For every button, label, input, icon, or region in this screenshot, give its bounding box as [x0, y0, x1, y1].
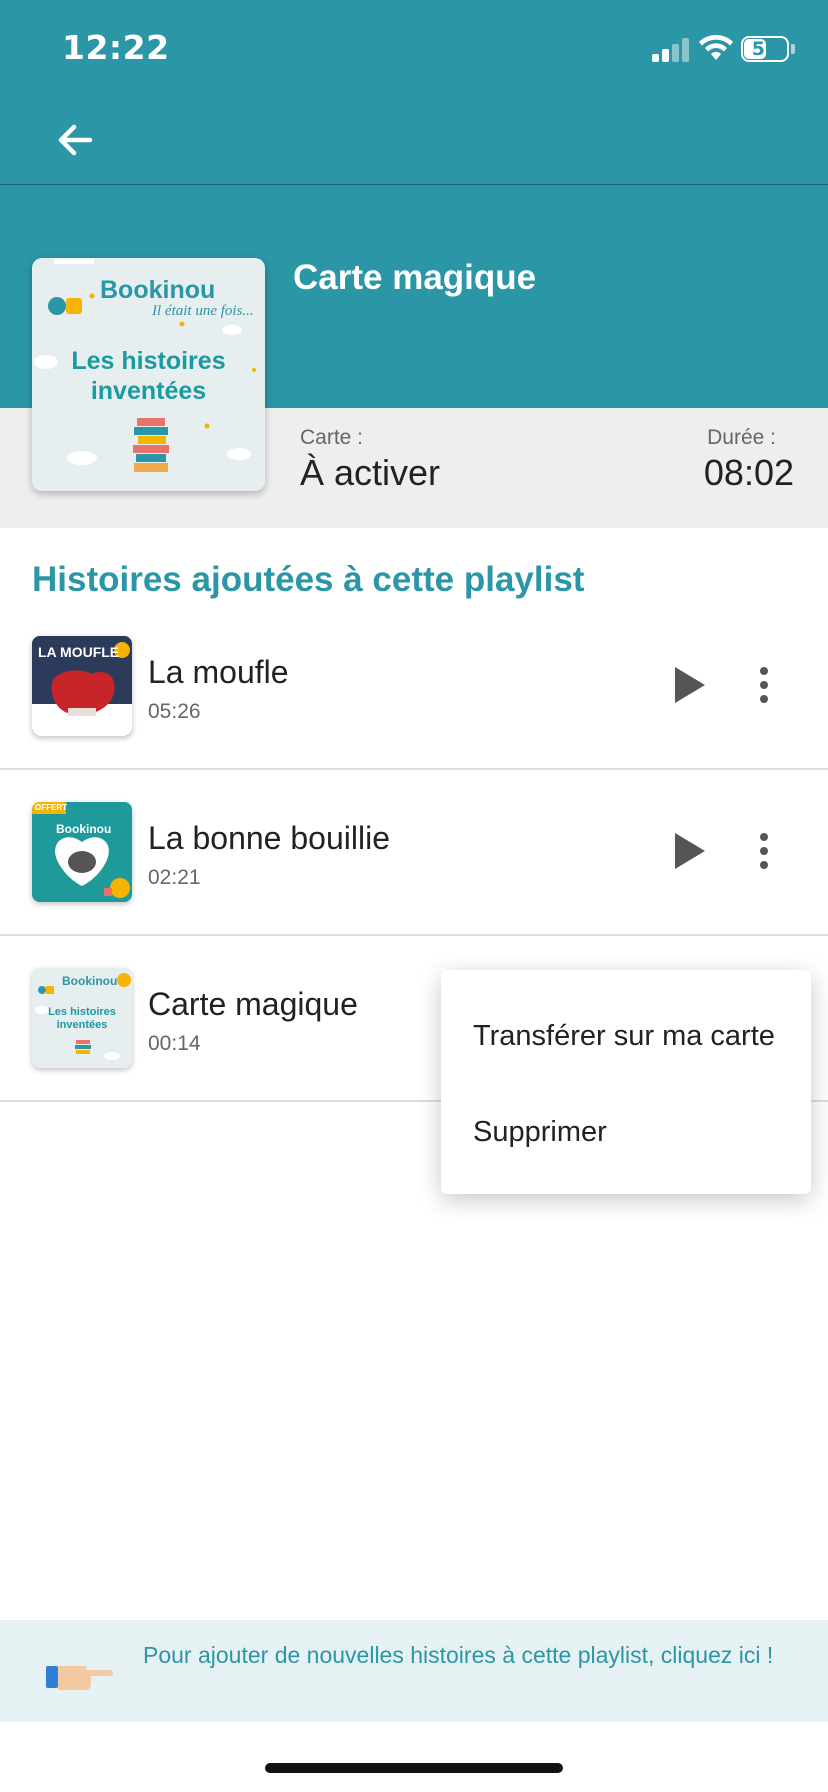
header-divider [0, 184, 828, 185]
menu-item-transfer-to-card[interactable]: Transférer sur ma carte [473, 1020, 775, 1053]
more-options-icon[interactable] [750, 664, 778, 706]
card-label: Carte : [300, 426, 364, 449]
thumb-brand: Bookinou [56, 822, 112, 836]
section-title: Histoires ajoutées à cette playlist [32, 560, 585, 599]
battery-cap [791, 44, 795, 54]
page-title: Carte magique [293, 258, 537, 297]
play-icon[interactable] [672, 830, 708, 872]
battery-level: 50 [751, 38, 779, 60]
duration-value: 08:02 [703, 452, 794, 493]
story-thumbnail: Bookinou Les histoires inventées [32, 968, 132, 1068]
story-title: Carte magique [148, 986, 358, 1022]
story-duration: 05:26 [148, 700, 201, 723]
more-options-icon[interactable] [750, 830, 778, 872]
story-duration: 00:14 [148, 1032, 201, 1055]
add-stories-text[interactable]: Pour ajouter de nouvelles histoires à ce… [143, 1638, 803, 1672]
story-duration: 02:21 [148, 866, 201, 889]
story-title: La bonne bouillie [148, 820, 390, 856]
story-row[interactable]: LA MOUFLE La moufle 05:26 [0, 604, 828, 770]
pointing-hand-icon [46, 1666, 113, 1690]
home-indicator [265, 1763, 563, 1773]
battery-icon: 50 [741, 36, 789, 62]
story-thumbnail: LA MOUFLE [32, 636, 132, 736]
back-arrow-icon[interactable] [52, 118, 102, 162]
cover-title: Les histoires inventées [71, 347, 226, 405]
offert-badge: OFFERT [35, 803, 67, 812]
wifi-icon [699, 34, 733, 60]
cellular-signal-icon [652, 38, 690, 62]
status-time: 12:22 [62, 28, 170, 67]
thumb-title: LA MOUFLE [38, 644, 120, 660]
story-row[interactable]: OFFERT Bookinou La bonne bouillie 02:21 [0, 770, 828, 936]
cover-brand-logo: Bookinou [100, 276, 216, 304]
story-title: La moufle [148, 654, 289, 690]
playlist-cover: Bookinou Il était une fois... Les histoi… [32, 258, 265, 491]
menu-item-delete[interactable]: Supprimer [473, 1116, 607, 1149]
context-menu: Transférer sur ma carte Supprimer [441, 970, 811, 1194]
books-icon [133, 418, 169, 472]
status-bar: 12:22 50 [0, 0, 828, 100]
pot-illustration [32, 802, 132, 902]
thumb-title: Les histoires inventées [48, 1006, 116, 1031]
add-stories-banner[interactable]: Pour ajouter de nouvelles histoires à ce… [0, 1620, 828, 1722]
card-status: À activer [300, 452, 441, 493]
duration-label: Durée : [707, 426, 776, 449]
story-thumbnail: OFFERT Bookinou [32, 802, 132, 902]
cover-tagline: Il était une fois... [152, 303, 254, 319]
thumb-brand: Bookinou [62, 974, 118, 988]
play-icon[interactable] [672, 664, 708, 706]
